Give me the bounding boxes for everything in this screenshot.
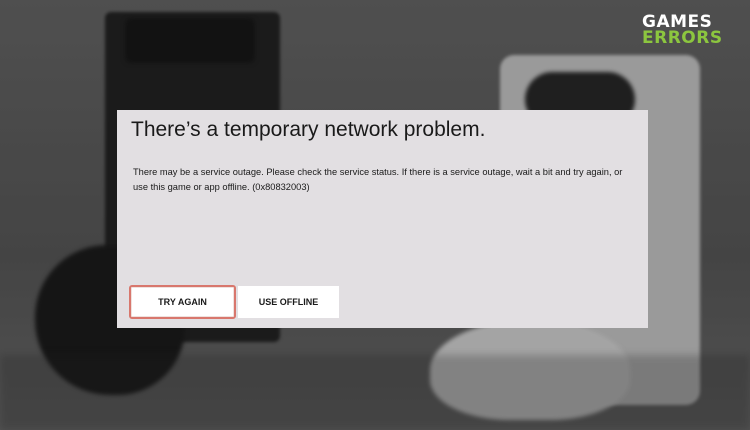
logo-line-errors: ERRORS bbox=[642, 28, 723, 48]
games-errors-logo: GAMES ERRORS bbox=[642, 14, 723, 48]
error-dialog: There’s a temporary network problem. The… bbox=[117, 110, 648, 328]
use-offline-button[interactable]: USE OFFLINE bbox=[238, 286, 339, 318]
dialog-message: There may be a service outage. Please ch… bbox=[133, 167, 623, 192]
try-again-button[interactable]: TRY AGAIN bbox=[129, 285, 236, 319]
dialog-title: There’s a temporary network problem. bbox=[131, 118, 486, 141]
